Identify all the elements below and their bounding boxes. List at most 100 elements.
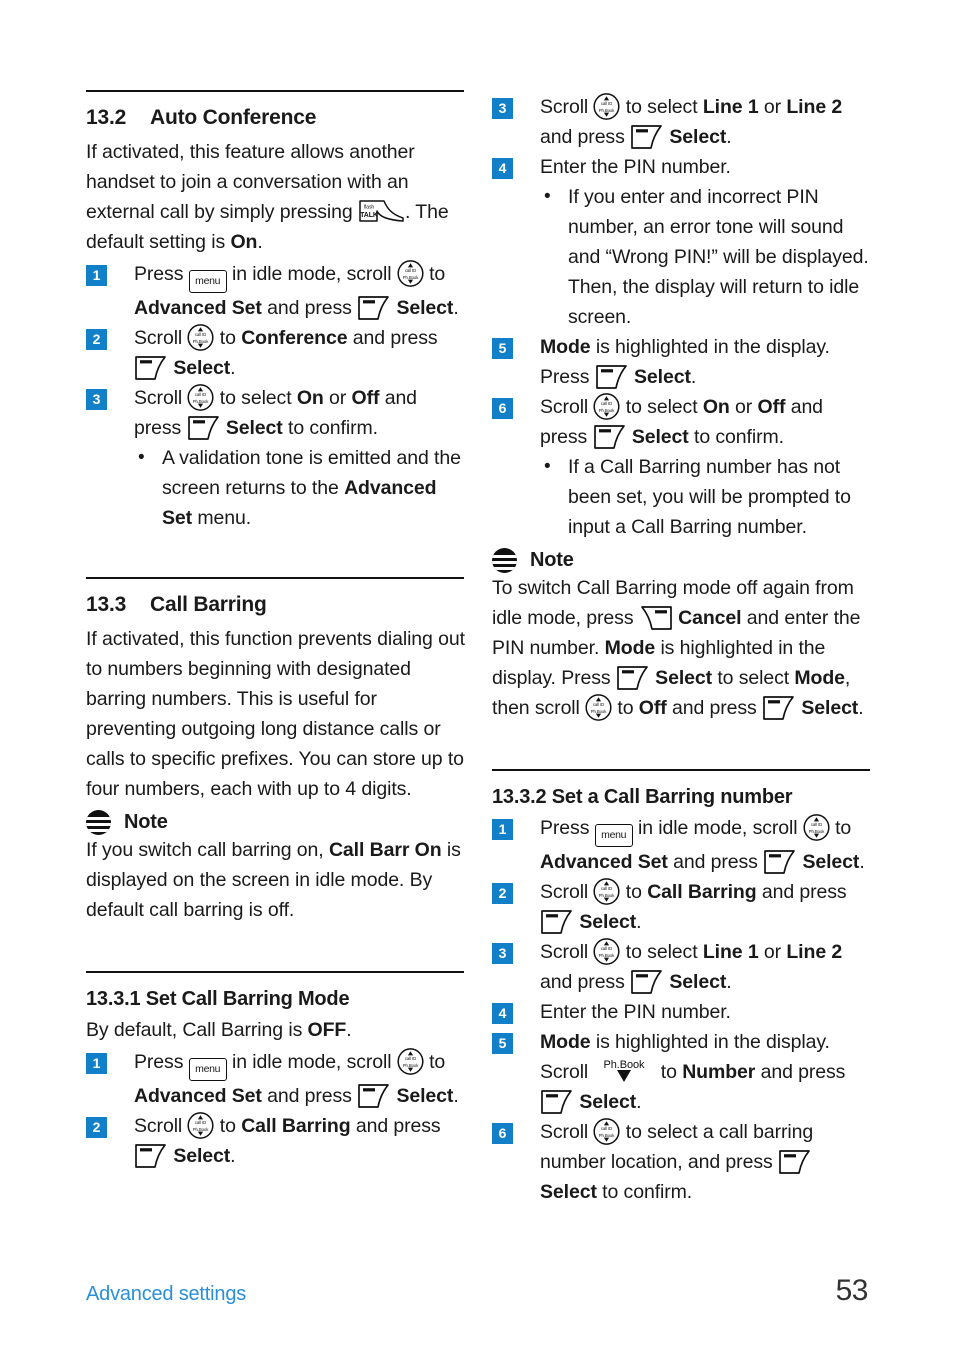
section-title: Call Barring: [150, 592, 267, 616]
numbered-step: 1 Press menu in idle mode, scroll call ID…: [86, 1047, 466, 1111]
step-text: Press menu in idle mode, scroll call ID P…: [540, 814, 865, 875]
svg-text:Ph.Book: Ph.Book: [599, 953, 615, 958]
step-number-badge: 3: [492, 98, 513, 119]
step-text: Scroll call ID Ph.Book to Conference and …: [134, 323, 438, 380]
step-number-badge: 5: [492, 338, 513, 359]
step-text: Scroll call ID Ph.Book to Call Barring an…: [134, 1111, 441, 1169]
svg-text:call ID: call ID: [811, 822, 822, 827]
step-number-badge: 1: [86, 1052, 107, 1074]
emphasis-text: Number: [682, 1061, 756, 1083]
talk-key-icon: flash TALK: [358, 199, 405, 224]
step-number-badge: 6: [492, 398, 513, 419]
numbered-step: 5 Mode is highlighted in the display. Scr…: [492, 1027, 872, 1117]
subsection-heading-13-3-2: 13.3.2 Set a Call Barring number: [492, 786, 793, 808]
svg-text:Ph.Book: Ph.Book: [599, 1133, 615, 1138]
step-text: Mode is highlighted in the display. Pres…: [540, 336, 830, 389]
scroll-navigation-key-icon: call ID Ph.Book: [593, 938, 621, 965]
svg-text:call ID: call ID: [601, 946, 612, 951]
note-icon: [492, 548, 517, 573]
numbered-step: 4 Enter the PIN number. If you enter and i…: [492, 152, 872, 332]
scroll-navigation-key-icon: call ID Ph.Book: [585, 694, 612, 721]
scroll-navigation-key-icon: call ID Ph.Book: [187, 323, 215, 351]
emphasis-text: Select: [391, 1084, 454, 1107]
svg-text:Ph.Book: Ph.Book: [591, 709, 607, 714]
svg-text:TALK: TALK: [360, 212, 378, 219]
emphasis-text: Mode: [540, 336, 591, 358]
svg-text:call ID: call ID: [601, 1126, 612, 1131]
emphasis-text: Select: [796, 697, 859, 719]
emphasis-text: Call Barring: [241, 1114, 351, 1137]
select-softkey-icon: [593, 424, 627, 450]
manual-page: 13.2 Auto Conference If activated, this f…: [0, 0, 954, 1348]
select-softkey-icon: [762, 695, 796, 721]
section-divider-top-left: [86, 90, 464, 92]
step-text: Mode is highlighted in the display. Scro…: [540, 1031, 846, 1115]
cancel-softkey-icon: [639, 605, 673, 631]
section-number: 13.2: [86, 106, 127, 129]
set-call-barring-number-steps: 1 Press menu in idle mode, scroll call ID…: [492, 813, 872, 1207]
emphasis-text: Advanced Set: [134, 1084, 262, 1107]
step-text: Scroll call ID Ph.Book to select On or Of…: [134, 383, 417, 441]
select-softkey-icon: [187, 415, 221, 441]
emphasis-text: Mode: [794, 667, 845, 689]
step-number-badge: 5: [492, 1033, 513, 1054]
intro-text-part-3: .: [257, 230, 263, 253]
note-header: Note: [86, 809, 466, 835]
select-softkey-icon: [134, 1143, 168, 1169]
svg-text:flash: flash: [364, 204, 374, 210]
emphasis-text: Advanced Set: [162, 476, 437, 529]
call-barring-note-text: If you switch call barring on, Call Barr…: [86, 838, 461, 921]
numbered-step: 3 Scroll call ID Ph.Book to select On or O…: [86, 383, 466, 533]
step-text: Scroll call ID Ph.Book to select Line 1 o…: [540, 938, 842, 994]
numbered-step: 4 Enter the PIN number.: [492, 997, 872, 1027]
step-number-badge: 6: [492, 1123, 513, 1144]
emphasis-text: Call Barring: [647, 881, 757, 903]
bullet-item: If a Call Barring number has not been se…: [540, 452, 872, 542]
emphasis-text: Select: [168, 1144, 231, 1167]
select-softkey-icon: [540, 1089, 574, 1115]
emphasis-text: Off: [351, 386, 380, 409]
svg-text:call ID: call ID: [195, 332, 206, 337]
page-footer: Advanced settings 53: [86, 1274, 869, 1308]
emphasis-text: Select: [168, 356, 231, 379]
auto-conference-intro: If activated, this feature allows anothe…: [86, 137, 466, 257]
emphasis-text: Select: [540, 1181, 597, 1203]
step-text: Press menu in idle mode, scroll call ID P…: [134, 259, 459, 320]
emphasis-text: Mode: [540, 1031, 591, 1053]
scroll-navigation-key-icon: call ID Ph.Book: [187, 1111, 215, 1139]
emphasis-text: Advanced Set: [134, 296, 262, 319]
select-softkey-icon: [763, 849, 797, 875]
numbered-step: 3 Scroll call ID Ph.Book to select Line 1 …: [492, 937, 872, 997]
section-set-call-barring-number: 13.3.2 Set a Call Barring number 1 Press …: [492, 785, 872, 1207]
set-call-barring-mode-steps-continued: 3 Scroll call ID Ph.Book to select Line 1 …: [492, 92, 872, 542]
scroll-navigation-key-icon: call ID Ph.Book: [593, 1118, 621, 1145]
emphasis-text: Select: [574, 911, 637, 933]
numbered-step: 2 Scroll call ID Ph.Book to Conference and…: [86, 323, 466, 383]
section-auto-conference: 13.2 Auto Conference If activated, this f…: [86, 106, 466, 533]
step-number-badge: 1: [86, 264, 107, 286]
emphasis-text: On: [296, 386, 324, 409]
svg-text:Ph.Book: Ph.Book: [193, 399, 209, 404]
emphasis-text: Call Barr On: [328, 838, 442, 861]
step-number-badge: 2: [86, 328, 107, 350]
emphasis-text: Select: [626, 426, 689, 448]
emphasis-text: Select: [664, 126, 727, 148]
svg-text:Ph.Book: Ph.Book: [599, 893, 615, 898]
svg-text:call ID: call ID: [593, 702, 604, 707]
subsection-heading-13-3-1: 13.3.1 Set Call Barring Mode: [86, 987, 350, 1010]
numbered-step: 2 Scroll call ID Ph.Book to Call Barring a…: [86, 1111, 466, 1171]
svg-text:Ph.Book: Ph.Book: [809, 829, 825, 834]
scroll-navigation-key-icon: call ID Ph.Book: [593, 878, 621, 905]
scroll-navigation-key-icon: call ID Ph.Book: [593, 393, 621, 420]
svg-text:call ID: call ID: [601, 101, 612, 106]
step-bullet-list: If a Call Barring number has not been se…: [540, 452, 872, 542]
select-softkey-icon: [778, 1149, 812, 1175]
section-set-call-barring-mode: 13.3.1 Set Call Barring Mode By default,…: [86, 987, 466, 1171]
step-number-badge: 4: [492, 158, 513, 179]
section-title: Auto Conference: [150, 106, 317, 129]
note-title: Note: [530, 549, 574, 571]
numbered-step: 6 Scroll call ID Ph.Book to select a call …: [492, 1117, 872, 1207]
